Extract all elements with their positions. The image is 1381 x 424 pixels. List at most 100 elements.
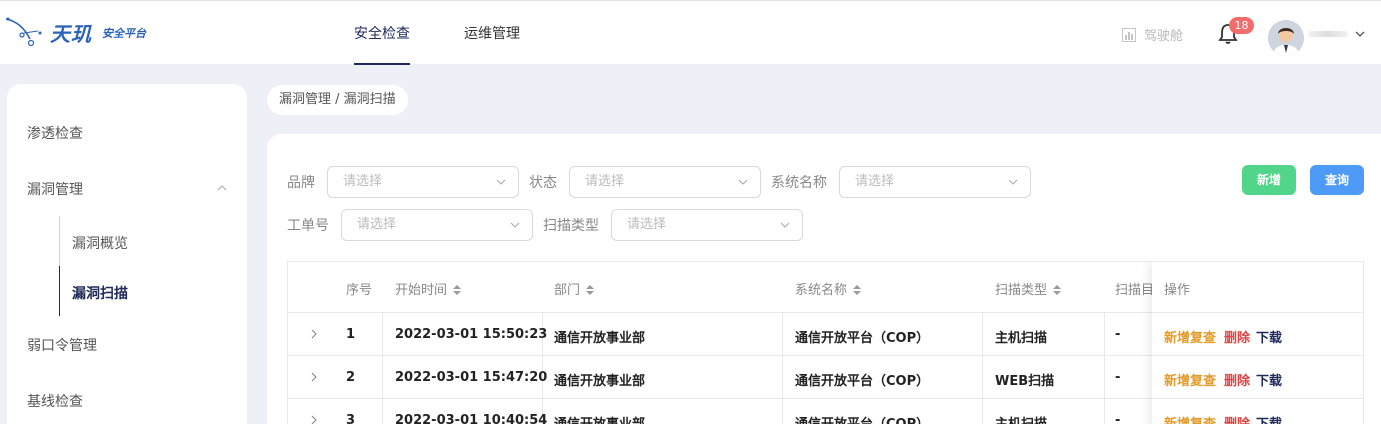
logo-sub-text: 安全平台 [102, 27, 146, 40]
sidebar-item-weak-password[interactable]: 弱口令管理 [27, 335, 97, 355]
cell-start-time: 2022-03-01 15:47:20 [395, 370, 548, 385]
row-divider [1152, 312, 1363, 313]
ticket-no-placeholder: 请选择 [357, 217, 397, 232]
cell-system: 通信开放平台（COP） [795, 331, 930, 346]
sidebar-active-indicator [59, 266, 60, 316]
expand-row-icon[interactable] [310, 372, 318, 382]
col-header-start-time[interactable]: 开始时间 [395, 279, 462, 298]
cell-scan-type: 主机扫描 [995, 413, 1047, 424]
notification-badge: 18 [1229, 17, 1254, 34]
cell-system: 通信开放平台（COP） [795, 413, 929, 424]
row-divider [1152, 398, 1363, 399]
chevron-down-icon [780, 222, 790, 228]
chevron-down-icon[interactable] [1354, 28, 1366, 40]
sort-icon[interactable] [1053, 285, 1062, 295]
cell-scan-type: WEB扫描 [995, 374, 1055, 389]
system-name-placeholder: 请选择 [855, 174, 895, 189]
col-header-system-label: 系统名称 [795, 283, 848, 298]
chevron-down-icon [496, 179, 506, 185]
recheck-link[interactable]: 新增复查 [1164, 327, 1216, 346]
logo[interactable]: 天玑 安全平台 [4, 13, 174, 53]
cell-start-time: 2022-03-01 15:50:23 [395, 327, 548, 342]
cell-dept: 通信开放事业部 [554, 374, 646, 389]
chevron-up-icon[interactable] [217, 183, 227, 193]
tab-ops-management[interactable]: 运维管理 [464, 1, 520, 65]
main-card: 品牌 请选择 状态 请选择 系统名称 请选择 新增 查询 工单号 请选择 扫描类… [267, 134, 1381, 424]
cockpit-label: 驾驶舱 [1144, 29, 1184, 44]
ticket-no-select[interactable]: 请选择 [341, 209, 533, 241]
col-header-dept[interactable]: 部门 [554, 279, 595, 298]
chevron-down-icon [738, 179, 748, 185]
cell-scan-target: - [1115, 327, 1121, 342]
user-avatar-icon [1268, 20, 1304, 56]
scan-table: 序号 开始时间 部门 系统名称 扫描类型 扫描目 1 2022-03-01 15… [287, 261, 1364, 424]
sidebar-tree-line [59, 216, 60, 270]
cell-scan-target: - [1115, 370, 1121, 385]
brand-placeholder: 请选择 [343, 174, 383, 189]
col-divider [382, 312, 383, 424]
add-button[interactable]: 新增 [1242, 165, 1296, 195]
download-link[interactable]: 下载 [1256, 413, 1282, 424]
col-header-scan-type[interactable]: 扫描类型 [995, 279, 1062, 298]
sidebar-item-vuln-scan[interactable]: 漏洞扫描 [72, 283, 128, 303]
brand-select[interactable]: 请选择 [327, 166, 519, 198]
logo-mark-icon [5, 17, 42, 47]
sidebar: 渗透检查 漏洞管理 漏洞概览 漏洞扫描 弱口令管理 基线检查 [7, 84, 247, 424]
delete-link[interactable]: 删除 [1224, 413, 1250, 424]
delete-link[interactable]: 删除 [1224, 370, 1250, 389]
scan-type-placeholder: 请选择 [627, 217, 667, 232]
sort-icon[interactable] [586, 285, 595, 295]
col-header-dept-label: 部门 [554, 283, 581, 298]
col-header-actions: 操作 [1164, 283, 1191, 298]
cell-scan-type: 主机扫描 [995, 331, 1048, 346]
cell-system: 通信开放平台（COP） [795, 374, 930, 389]
sidebar-item-vuln-management[interactable]: 漏洞管理 [27, 179, 83, 199]
scan-type-select[interactable]: 请选择 [611, 209, 803, 241]
cell-dept: 通信开放事业部 [554, 331, 646, 346]
cell-index: 3 [346, 413, 356, 424]
cockpit-link[interactable]: 驾驶舱 [1122, 25, 1183, 44]
cell-index: 2 [346, 370, 356, 385]
expand-row-icon[interactable] [310, 415, 318, 424]
actions-column: 操作 新增复查 删除 下载 新增复查 删除 下载 新增复查 删除 下载 [1152, 262, 1363, 424]
recheck-link[interactable]: 新增复查 [1164, 413, 1216, 424]
recheck-link[interactable]: 新增复查 [1164, 370, 1216, 389]
download-link[interactable]: 下载 [1256, 327, 1282, 346]
system-name-label: 系统名称 [771, 175, 827, 191]
dashboard-icon [1122, 27, 1136, 42]
sidebar-item-vuln-overview[interactable]: 漏洞概览 [72, 233, 128, 253]
col-header-index: 序号 [346, 283, 373, 298]
cell-start-time: 2022-03-01 10:40:54 [395, 413, 548, 424]
sidebar-item-baseline-check[interactable]: 基线检查 [27, 391, 83, 411]
query-button[interactable]: 查询 [1310, 165, 1364, 195]
tab-security-check[interactable]: 安全检查 [354, 1, 410, 65]
col-divider [782, 312, 783, 424]
brand-label: 品牌 [287, 175, 315, 191]
breadcrumb: 漏洞管理 / 漏洞扫描 [267, 85, 408, 115]
status-select[interactable]: 请选择 [569, 166, 761, 198]
expand-row-icon[interactable] [310, 329, 318, 339]
username-redacted[interactable] [1308, 31, 1348, 37]
cell-index: 1 [346, 327, 356, 342]
col-divider [1104, 312, 1105, 424]
sort-icon[interactable] [453, 285, 462, 295]
avatar[interactable] [1268, 20, 1304, 56]
sort-icon[interactable] [853, 285, 862, 295]
col-header-start-time-label: 开始时间 [395, 283, 448, 298]
col-header-scan-type-label: 扫描类型 [995, 283, 1048, 298]
download-link[interactable]: 下载 [1256, 370, 1282, 389]
col-divider [982, 312, 983, 424]
status-label: 状态 [529, 175, 557, 191]
chevron-down-icon [510, 222, 520, 228]
logo-main-text: 天玑 [50, 22, 92, 46]
ticket-no-label: 工单号 [287, 218, 329, 234]
sidebar-item-pentest[interactable]: 渗透检查 [27, 123, 83, 143]
cell-scan-target: - [1115, 413, 1121, 424]
delete-link[interactable]: 删除 [1224, 327, 1250, 346]
scan-type-label: 扫描类型 [543, 218, 599, 234]
cell-dept: 通信开放事业部 [554, 413, 645, 424]
chevron-down-icon [1008, 179, 1018, 185]
top-header: 天玑 安全平台 安全检查 运维管理 驾驶舱 18 [0, 0, 1381, 65]
system-name-select[interactable]: 请选择 [839, 166, 1031, 198]
col-header-system[interactable]: 系统名称 [795, 279, 862, 298]
